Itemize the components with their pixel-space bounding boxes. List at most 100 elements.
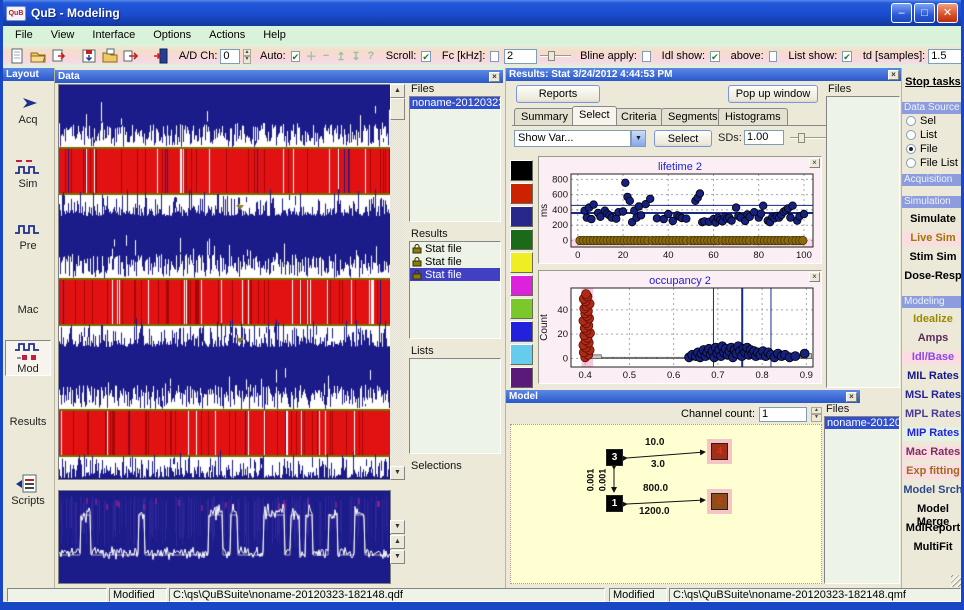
class-color-swatch[interactable] [510,298,533,319]
rate-3-1[interactable]: 0.001 [585,469,595,492]
bline-checkbox[interactable] [642,51,651,62]
fc-slider[interactable] [540,50,571,62]
chevron-down-icon[interactable]: ▼ [631,130,646,147]
model-state-1[interactable]: 1 [606,495,623,512]
model-panel-close-icon[interactable]: × [846,392,857,402]
task-model-merge[interactable]: Model Merge [902,503,964,517]
help-icon[interactable]: ? [365,50,377,62]
menu-interface[interactable]: Interface [83,28,144,42]
import-data-icon[interactable] [50,47,68,66]
fc-input[interactable]: 2 [504,49,537,64]
sds-input[interactable]: 1.00 [744,130,784,145]
lifetime-plot[interactable]: 0204060801000200400600800ms [539,171,821,268]
maximize-button[interactable]: □ [914,3,935,23]
tab-summary[interactable]: Summary [514,108,575,125]
task-dose-resp[interactable]: Dose-Resp [902,270,964,284]
rate-4-3[interactable]: 3.0 [651,459,665,470]
task-stim-sim[interactable]: Stim Sim [902,251,964,265]
scale-up-icon[interactable]: ▲ [390,535,405,549]
rate-1-3[interactable]: 0.001 [597,469,607,492]
tab-select[interactable]: Select [572,106,617,125]
lists-listbox[interactable] [409,358,501,454]
resize-grip[interactable] [951,575,963,587]
open-file-icon[interactable] [29,47,47,66]
model-files-listbox[interactable]: noname-201203 [824,416,900,584]
sidebar-item-acq[interactable]: Acq [5,92,51,126]
above-checkbox[interactable] [769,51,778,62]
stat-file-item-selected[interactable]: Stat file [410,268,500,281]
task-amps[interactable]: Amps [902,332,964,346]
file-list-item[interactable]: noname-20120323- [410,97,500,109]
task-multifit[interactable]: MultiFit [902,541,964,555]
scale-down2-icon[interactable]: ▼ [390,550,405,564]
task-idl-base[interactable]: Idl/Base [902,351,964,365]
model-state-3[interactable]: 3 [606,449,623,466]
channel-count-spinner[interactable]: ▲▼ [811,407,822,422]
idlshow-checkbox[interactable]: ✔ [710,51,720,62]
data-panel-close-icon[interactable]: × [489,72,500,82]
task-mdlreport[interactable]: MdlReport [902,522,964,536]
scroll-up-icon[interactable]: ▲ [390,84,405,98]
files-listbox[interactable]: noname-20120323- [409,96,501,222]
auto-checkbox[interactable]: ✔ [291,51,301,62]
plus-icon[interactable]: ＋ [305,48,317,64]
data-vertical-scrollbar[interactable]: ▲ ▼ [390,84,405,480]
show-var-dropdown[interactable]: Show Var... ▼ [514,130,646,147]
class-color-swatch[interactable] [510,367,533,388]
class-color-swatch[interactable] [510,160,533,181]
class-color-swatch[interactable] [510,206,533,227]
menu-help[interactable]: Help [254,28,295,42]
rate-3-4[interactable]: 10.0 [645,437,664,448]
scroll-down-icon[interactable]: ▼ [390,466,405,480]
model-state-2[interactable]: 2 [711,493,728,510]
tab-histograms[interactable]: Histograms [718,108,788,125]
results-files-listbox[interactable] [826,96,900,388]
task-mip-rates[interactable]: MIP Rates [902,427,964,441]
close-button[interactable]: ✕ [937,3,958,23]
sidebar-item-mac[interactable]: Mac [5,282,51,316]
rate-2-1[interactable]: 1200.0 [639,506,670,517]
class-color-swatch[interactable] [510,275,533,296]
occupancy-plot[interactable]: 0.40.50.60.70.80.902040Count [539,285,821,388]
class-color-swatch[interactable] [510,183,533,204]
tab-segments[interactable]: Segments [661,108,725,125]
data-trace-plot[interactable] [58,84,391,480]
task-mac-rates[interactable]: Mac Rates [902,446,964,460]
rate-1-2[interactable]: 800.0 [643,483,668,494]
sidebar-item-mod[interactable]: Mod [5,340,51,376]
sidebar-item-pre[interactable]: Pre [5,218,51,252]
listshow-checkbox[interactable]: ✔ [842,51,852,62]
minus-icon[interactable]: − [320,50,332,62]
menu-file[interactable]: File [6,28,42,42]
sidebar-item-sim[interactable]: Sim [5,156,51,190]
menu-options[interactable]: Options [144,28,200,42]
scrollbar-thumb[interactable] [390,98,405,120]
class-color-swatch[interactable] [510,229,533,250]
fc-checkbox[interactable] [490,51,499,62]
tab-criteria[interactable]: Criteria [614,108,663,125]
radio-file-list[interactable]: File List [902,156,964,170]
adch-input[interactable]: 0 [220,49,239,64]
stat-file-item[interactable]: Stat file [410,242,500,255]
popup-window-button[interactable]: Pop up window [728,85,818,103]
chart-close-icon[interactable]: × [809,272,820,282]
adch-spinner[interactable]: ▲▼ [243,49,251,64]
channel-count-input[interactable]: 1 [759,407,807,422]
class-color-swatch[interactable] [510,321,533,342]
model-file-item[interactable]: noname-201203 [825,417,899,429]
radio-list[interactable]: List [902,128,964,142]
save-file-icon[interactable] [80,47,98,66]
task-live-sim[interactable]: Live Sim [902,232,964,246]
sidebar-item-scripts[interactable]: Scripts [5,473,51,507]
task-exp-fitting[interactable]: Exp fitting [902,465,964,479]
new-file-icon[interactable] [8,47,26,66]
select-button[interactable]: Select [654,130,712,147]
minimize-button[interactable]: – [891,3,912,23]
menu-actions[interactable]: Actions [200,28,254,42]
task-mpl-rates[interactable]: MPL Rates [902,408,964,422]
convert-file-icon[interactable] [122,47,140,66]
radio-sel[interactable]: Sel [902,114,964,128]
model-state-canvas[interactable]: 3 4 1 2 10.0 3.0 800.0 1200.0 0.001 0.00… [510,424,822,584]
arrow-down-icon[interactable]: ↧ [350,50,362,63]
task-simulate[interactable]: Simulate [902,213,964,227]
